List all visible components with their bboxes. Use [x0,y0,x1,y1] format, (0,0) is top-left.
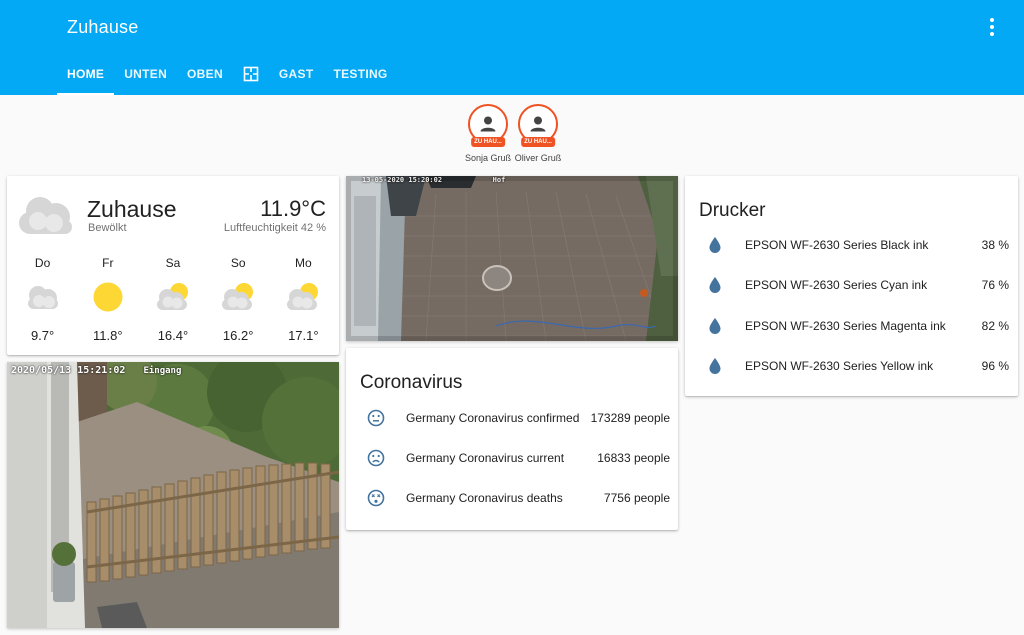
tab-gast[interactable]: GAST [269,52,324,95]
forecast-temp: 9.7° [30,328,55,343]
account-icon [530,116,546,132]
card-title: Coronavirus [360,372,463,393]
badge-state: ZU HAU... [521,137,555,147]
camera-timestamp: 2020/05/13 15:21:02 Eingang [11,365,182,376]
entity-value: 38 % [981,238,1009,252]
more-vert-icon[interactable] [982,18,1002,36]
entity-row[interactable]: EPSON WF-2630 Series Black ink 38 % [697,233,1009,257]
card-title: Drucker [699,200,766,221]
entity-value: 173289 people [590,411,670,425]
coronavirus-card: Coronavirus Germany Coronavirus confirme… [346,348,678,530]
partly-cloudy-icon [287,283,319,310]
emoticon-neutral-icon [367,409,385,427]
forecast-day-name: Sa [165,256,181,270]
entity-value: 82 % [981,319,1009,333]
water-drop-icon [709,277,721,293]
entity-row[interactable]: Germany Coronavirus confirmed 173289 peo… [358,406,670,430]
entity-value: 96 % [981,359,1009,373]
person-badge-oliver[interactable]: ZU HAU... Oliver Gruß [515,104,561,163]
entity-name: EPSON WF-2630 Series Black ink [745,238,929,252]
camera-hof[interactable]: 13-05-2020 15:20:02 Hof [346,176,678,341]
entity-row[interactable]: Germany Coronavirus deaths 7756 people [358,486,670,510]
entity-value: 16833 people [597,451,670,465]
tab-floorplan[interactable] [233,52,269,95]
cloudy-icon [27,286,58,309]
camera-eingang[interactable]: 2020/05/13 15:21:02 Eingang [7,362,339,628]
weather-temperature: 11.9°C [260,196,326,221]
app-header: Zuhause HOME UNTEN OBEN GAST TESTING [0,0,1024,95]
tab-testing[interactable]: TESTING [323,52,397,95]
entity-row[interactable]: EPSON WF-2630 Series Cyan ink 76 % [697,273,1009,297]
water-drop-icon [709,318,721,334]
forecast-day: So 16.2° [208,256,268,343]
weather-condition: Bewölkt [88,222,127,234]
emoticon-sad-icon [367,449,385,467]
entity-row[interactable]: EPSON WF-2630 Series Magenta ink 82 % [697,314,1009,338]
camera-eingang-image [7,362,339,628]
entity-value: 76 % [981,278,1009,292]
person-badges: ZU HAU... Sonja Gruß ZU HAU... Oliver Gr… [465,104,561,163]
tab-oben[interactable]: OBEN [177,52,233,95]
entity-row[interactable]: EPSON WF-2630 Series Yellow ink 96 % [697,354,1009,378]
entity-name: Germany Coronavirus deaths [406,491,563,505]
forecast-day: Sa 16.4° [143,256,203,343]
forecast-day: Fr 11.8° [78,256,138,343]
entity-name: Germany Coronavirus current [406,451,565,465]
entity-name: EPSON WF-2630 Series Yellow ink [745,359,934,373]
badge-name: Sonja Gruß [464,153,512,163]
forecast-day-name: Fr [102,256,114,270]
weather-forecast: Do 9.7° Fr 11.8° Sa 16.4° So 16.2° Mo 17… [7,256,339,343]
forecast-temp: 17.1° [288,328,319,343]
app-title: Zuhause [67,17,139,37]
emoticon-dead-icon [367,489,385,507]
entity-name: EPSON WF-2630 Series Magenta ink [745,319,946,333]
cloudy-icon [19,197,72,234]
floorplan-icon [243,66,259,81]
partly-cloudy-icon [222,283,254,310]
forecast-day-name: Mo [295,256,312,270]
forecast-temp: 16.2° [222,328,254,343]
entity-name: EPSON WF-2630 Series Cyan ink [745,278,928,292]
badge-state: ZU HAU... [471,137,505,147]
entity-name: Germany Coronavirus confirmed [406,411,580,425]
view-tabs: HOME UNTEN OBEN GAST TESTING [57,52,398,95]
weather-location: Zuhause [87,196,177,222]
forecast-temp: 16.4° [157,328,189,343]
account-icon [480,116,496,132]
forecast-day: Do 9.7° [13,256,73,343]
water-drop-icon [709,237,721,253]
drucker-card: Drucker EPSON WF-2630 Series Black ink 3… [685,176,1018,396]
badge-name: Oliver Gruß [514,153,562,163]
forecast-day-name: Do [34,256,51,270]
water-drop-icon [709,358,721,374]
person-badge-sonja[interactable]: ZU HAU... Sonja Gruß [465,104,511,163]
camera-timestamp: 13-05-2020 15:20:02 Hof [362,176,506,184]
tab-unten[interactable]: UNTEN [114,52,177,95]
camera-hof-image [346,176,678,341]
forecast-temp: 11.8° [93,328,123,343]
partly-cloudy-icon [156,283,188,310]
sunny-icon [93,282,123,312]
entity-row[interactable]: Germany Coronavirus current 16833 people [358,446,670,470]
tab-home[interactable]: HOME [57,52,115,95]
weather-humidity: Luftfeuchtigkeit 42 % [223,222,326,234]
forecast-day: Mo 17.1° [273,256,333,343]
forecast-day-name: So [230,256,246,270]
entity-value: 7756 people [603,491,670,505]
